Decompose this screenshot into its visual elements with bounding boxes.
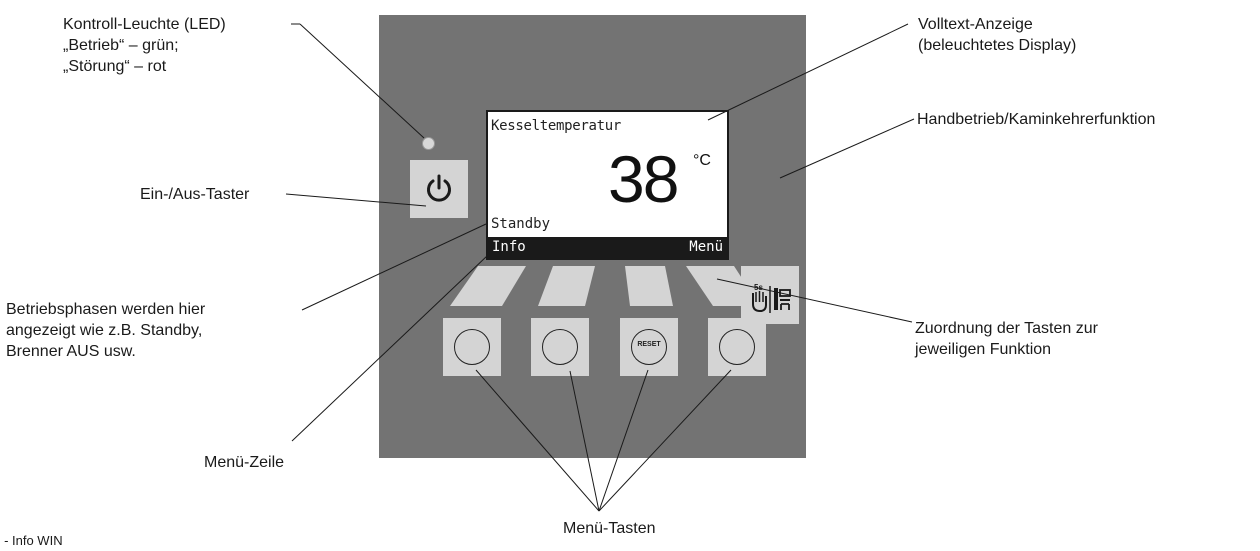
phases-label-line: Betriebsphasen werden hier	[6, 301, 206, 318]
assign-label-line: Zuordnung der Tasten zur	[915, 320, 1098, 337]
hand-icon: 5s	[752, 283, 791, 313]
display-label-line: (beleuchtetes Display)	[918, 37, 1077, 54]
phases-label-line: angezeigt wie z.B. Standby,	[6, 322, 203, 339]
menu-keys-label: Menü-Tasten	[563, 520, 656, 537]
power-label: Ein-/Aus-Taster	[140, 186, 250, 203]
key-indicator-2	[538, 266, 595, 306]
manual-mode-label: Handbetrieb/Kaminkehrerfunktion	[917, 111, 1156, 128]
display-label-line: Volltext-Anzeige	[918, 16, 1033, 33]
led-label-line: Kontroll-Leuchte (LED)	[63, 16, 226, 33]
phases-label-line: Brenner AUS usw.	[6, 343, 136, 360]
diagram-overlay: 5s	[285, 23, 915, 512]
led-label-line: „Störung“ – rot	[63, 58, 167, 75]
footer-text: 18 - Info WIN	[0, 533, 63, 548]
phases-label: Betriebsphasen werden hier angezeigt wie…	[6, 299, 205, 362]
key-indicator-3	[625, 266, 673, 306]
display-label: Volltext-Anzeige (beleuchtetes Display)	[918, 14, 1076, 56]
menu-line-label: Menü-Zeile	[204, 454, 285, 471]
assign-label-line: jeweiligen Funktion	[915, 341, 1052, 358]
led-label: Kontroll-Leuchte (LED) „Betrieb“ – grün;…	[63, 14, 226, 77]
assign-label: Zuordnung der Tasten zur jeweiligen Funk…	[915, 318, 1098, 360]
led-label-line: „Betrieb“ – grün;	[63, 37, 179, 54]
key-indicator-1	[450, 266, 526, 306]
